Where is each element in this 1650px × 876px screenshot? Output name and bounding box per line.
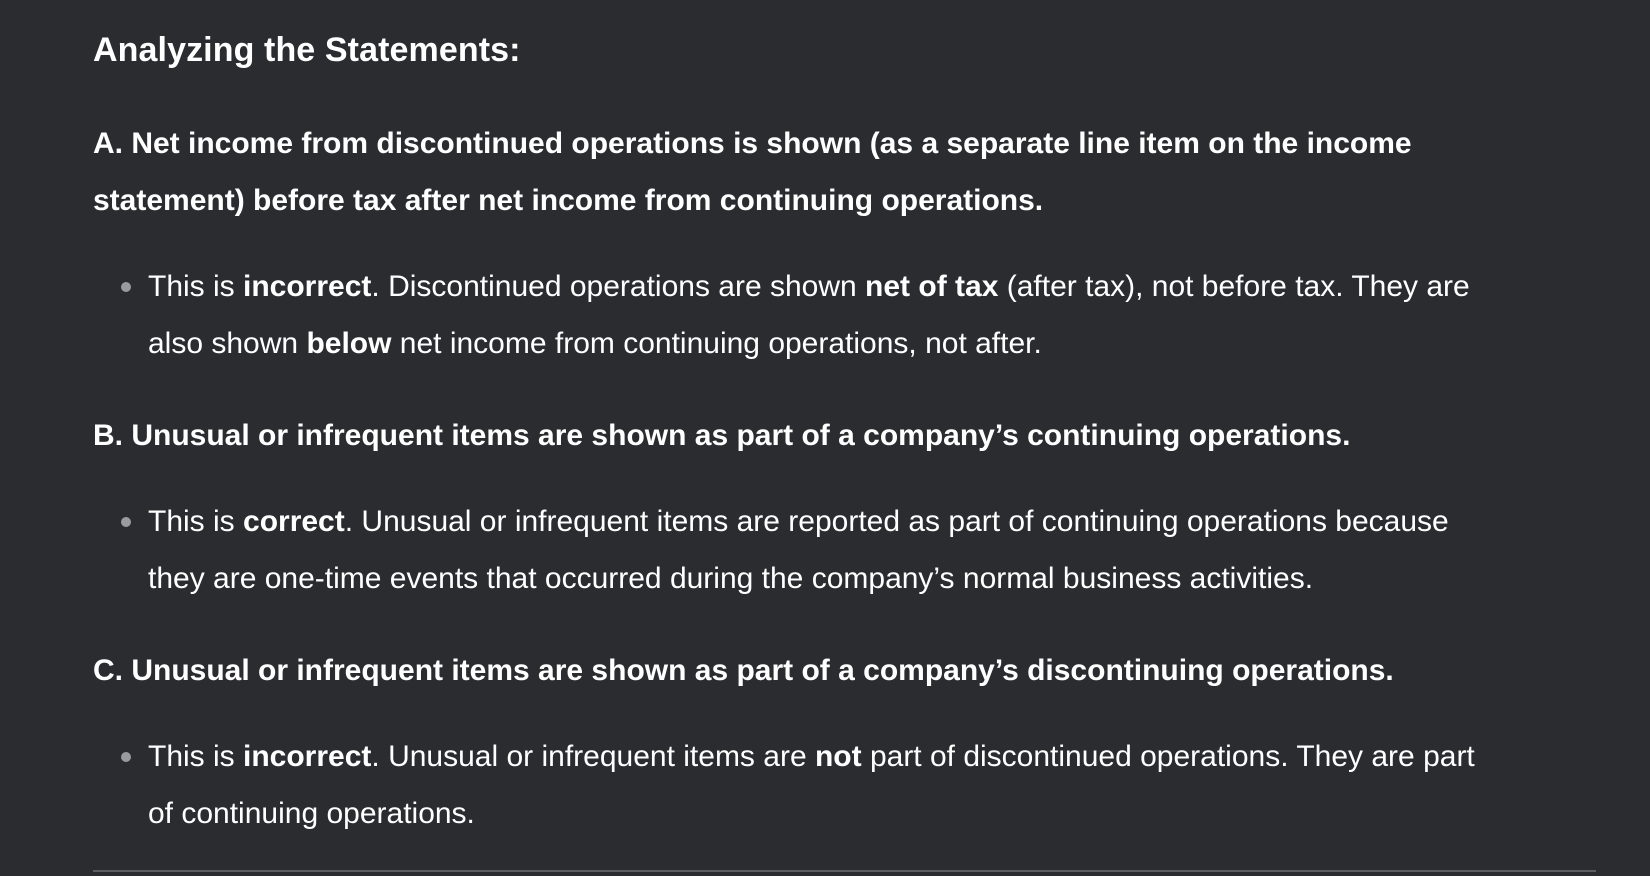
- section-heading: Analyzing the Statements:: [93, 31, 521, 69]
- bullet-dot-icon: [121, 752, 131, 762]
- statement-c-explanation-line-1: This is incorrect. Unusual or infrequent…: [148, 740, 1475, 773]
- statement-b-title: B. Unusual or infrequent items are shown…: [93, 407, 1593, 464]
- bullet-dot-icon: [121, 282, 131, 292]
- statement-b-explanation: This is correct. Unusual or infrequent i…: [121, 493, 1608, 607]
- verdict-correct: correct: [243, 505, 345, 538]
- emphasis-below: below: [306, 327, 392, 360]
- statement-c-explanation: This is incorrect. Unusual or infrequent…: [121, 728, 1608, 842]
- statement-c-explanation-line-2: of continuing operations.: [148, 797, 475, 830]
- statement-b-title-line-1: B. Unusual or infrequent items are shown…: [93, 419, 1351, 452]
- statement-c-title-line-1: C. Unusual or infrequent items are shown…: [93, 654, 1394, 687]
- horizontal-divider: [93, 870, 1596, 872]
- chat-response-content: Analyzing the Statements: A. Net income …: [0, 0, 1650, 876]
- statement-b-explanation-line-1: This is correct. Unusual or infrequent i…: [148, 505, 1449, 538]
- statement-b-explanation-line-2: they are one-time events that occurred d…: [148, 562, 1314, 595]
- statement-a-explanation: This is incorrect. Discontinued operatio…: [121, 258, 1608, 372]
- statement-a-explanation-line-2: also shown below net income from continu…: [148, 327, 1042, 360]
- emphasis-not: not: [814, 740, 862, 773]
- verdict-incorrect: incorrect: [243, 740, 372, 773]
- bullet-dot-icon: [121, 517, 131, 527]
- statement-a-title-line-2: statement) before tax after net income f…: [93, 184, 1044, 217]
- statement-a-title: A. Net income from discontinued operatio…: [93, 115, 1593, 229]
- statement-c-title: C. Unusual or infrequent items are shown…: [93, 642, 1593, 699]
- statement-a-explanation-line-1: This is incorrect. Discontinued operatio…: [148, 270, 1470, 303]
- verdict-incorrect: incorrect: [243, 270, 372, 303]
- emphasis-net-of-tax: net of tax: [865, 270, 999, 303]
- statement-a-title-line-1: A. Net income from discontinued operatio…: [93, 127, 1412, 160]
